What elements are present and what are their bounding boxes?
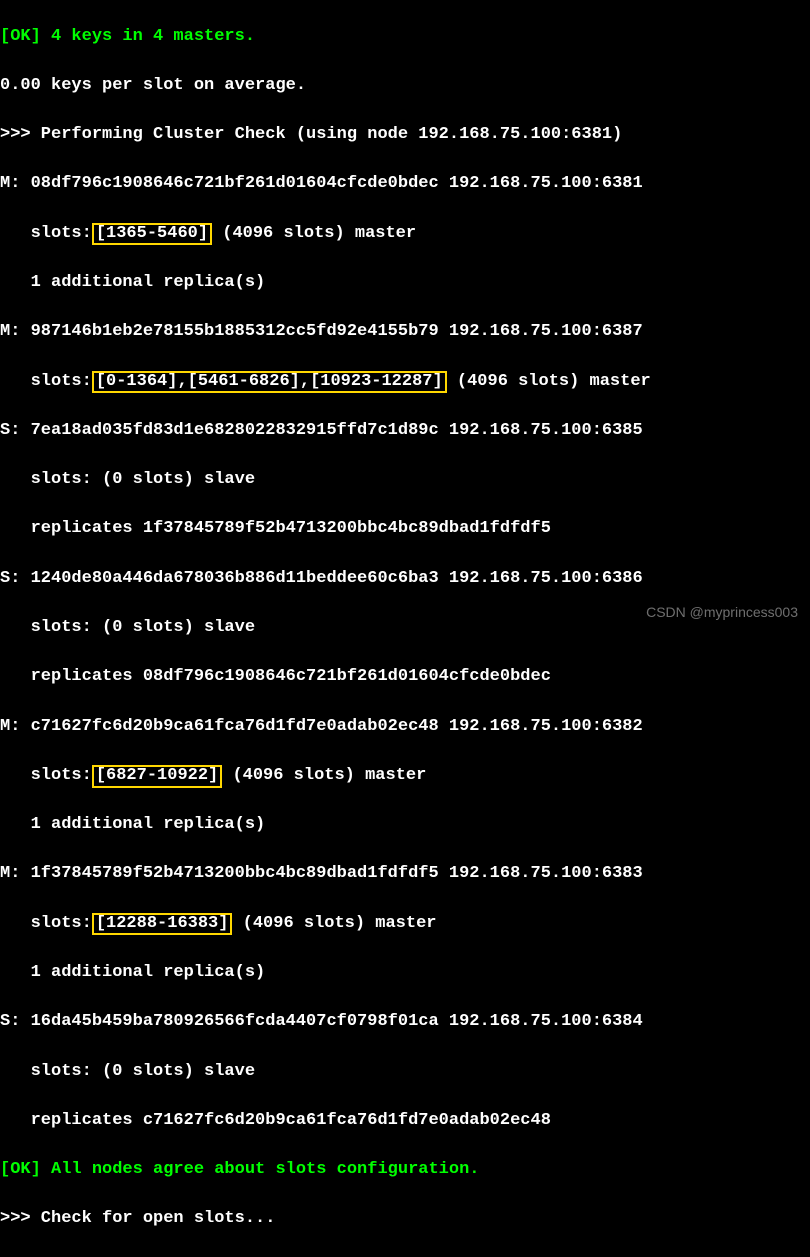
node-master-6382: M: c71627fc6d20b9ca61fca76d1fd7e0adab02e… — [0, 715, 810, 740]
node-master-6381-slots: slots:[1365-5460] (4096 slots) master — [0, 222, 810, 247]
status-ok-keys: [OK] 4 keys in 4 masters. — [0, 25, 810, 50]
slots-suffix: (4096 slots) master — [212, 224, 416, 243]
node-slave-6384-replicates: replicates c71627fc6d20b9ca61fca76d1fd7e… — [0, 1109, 810, 1134]
node-master-6381: M: 08df796c1908646c721bf261d01604cfcde0b… — [0, 172, 810, 197]
node-slave-6386: S: 1240de80a446da678036b886d11beddee60c6… — [0, 567, 810, 592]
node-master-6381-replicas: 1 additional replica(s) — [0, 271, 810, 296]
node-master-6387: M: 987146b1eb2e78155b1885312cc5fd92e4155… — [0, 320, 810, 345]
node-master-6387-slots: slots:[0-1364],[5461-6826],[10923-12287]… — [0, 370, 810, 395]
slot-range-highlight: [12288-16383] — [92, 913, 233, 936]
slots-prefix: slots: — [0, 914, 92, 933]
node-slave-6384: S: 16da45b459ba780926566fcda4407cf0798f0… — [0, 1010, 810, 1035]
node-slave-6384-slots: slots: (0 slots) slave — [0, 1060, 810, 1085]
heading-cluster-check: >>> Performing Cluster Check (using node… — [0, 123, 810, 148]
stat-avg-keys: 0.00 keys per slot on average. — [0, 74, 810, 99]
slots-suffix: (4096 slots) master — [447, 372, 651, 391]
heading-check-open-slots: >>> Check for open slots... — [0, 1207, 810, 1232]
slot-range-highlight: [0-1364],[5461-6826],[10923-12287] — [92, 371, 447, 394]
slots-suffix: (4096 slots) master — [222, 766, 426, 785]
terminal-output: [OK] 4 keys in 4 masters. 0.00 keys per … — [0, 0, 810, 1257]
node-master-6383-slots: slots:[12288-16383] (4096 slots) master — [0, 912, 810, 937]
slot-range-highlight: [1365-5460] — [92, 223, 212, 246]
watermark: CSDN @myprincess003 — [646, 602, 798, 622]
node-master-6382-slots: slots:[6827-10922] (4096 slots) master — [0, 764, 810, 789]
node-master-6382-replicas: 1 additional replica(s) — [0, 813, 810, 838]
slots-prefix: slots: — [0, 766, 92, 785]
node-master-6383: M: 1f37845789f52b4713200bbc4bc89dbad1fdf… — [0, 862, 810, 887]
slot-range-highlight: [6827-10922] — [92, 765, 222, 788]
status-ok-agree: [OK] All nodes agree about slots configu… — [0, 1158, 810, 1183]
slots-suffix: (4096 slots) master — [232, 914, 436, 933]
node-slave-6385-slots: slots: (0 slots) slave — [0, 468, 810, 493]
node-master-6383-replicas: 1 additional replica(s) — [0, 961, 810, 986]
slots-prefix: slots: — [0, 372, 92, 391]
node-slave-6385-replicates: replicates 1f37845789f52b4713200bbc4bc89… — [0, 517, 810, 542]
node-slave-6385: S: 7ea18ad035fd83d1e6828022832915ffd7c1d… — [0, 419, 810, 444]
node-slave-6386-replicates: replicates 08df796c1908646c721bf261d0160… — [0, 665, 810, 690]
slots-prefix: slots: — [0, 224, 92, 243]
